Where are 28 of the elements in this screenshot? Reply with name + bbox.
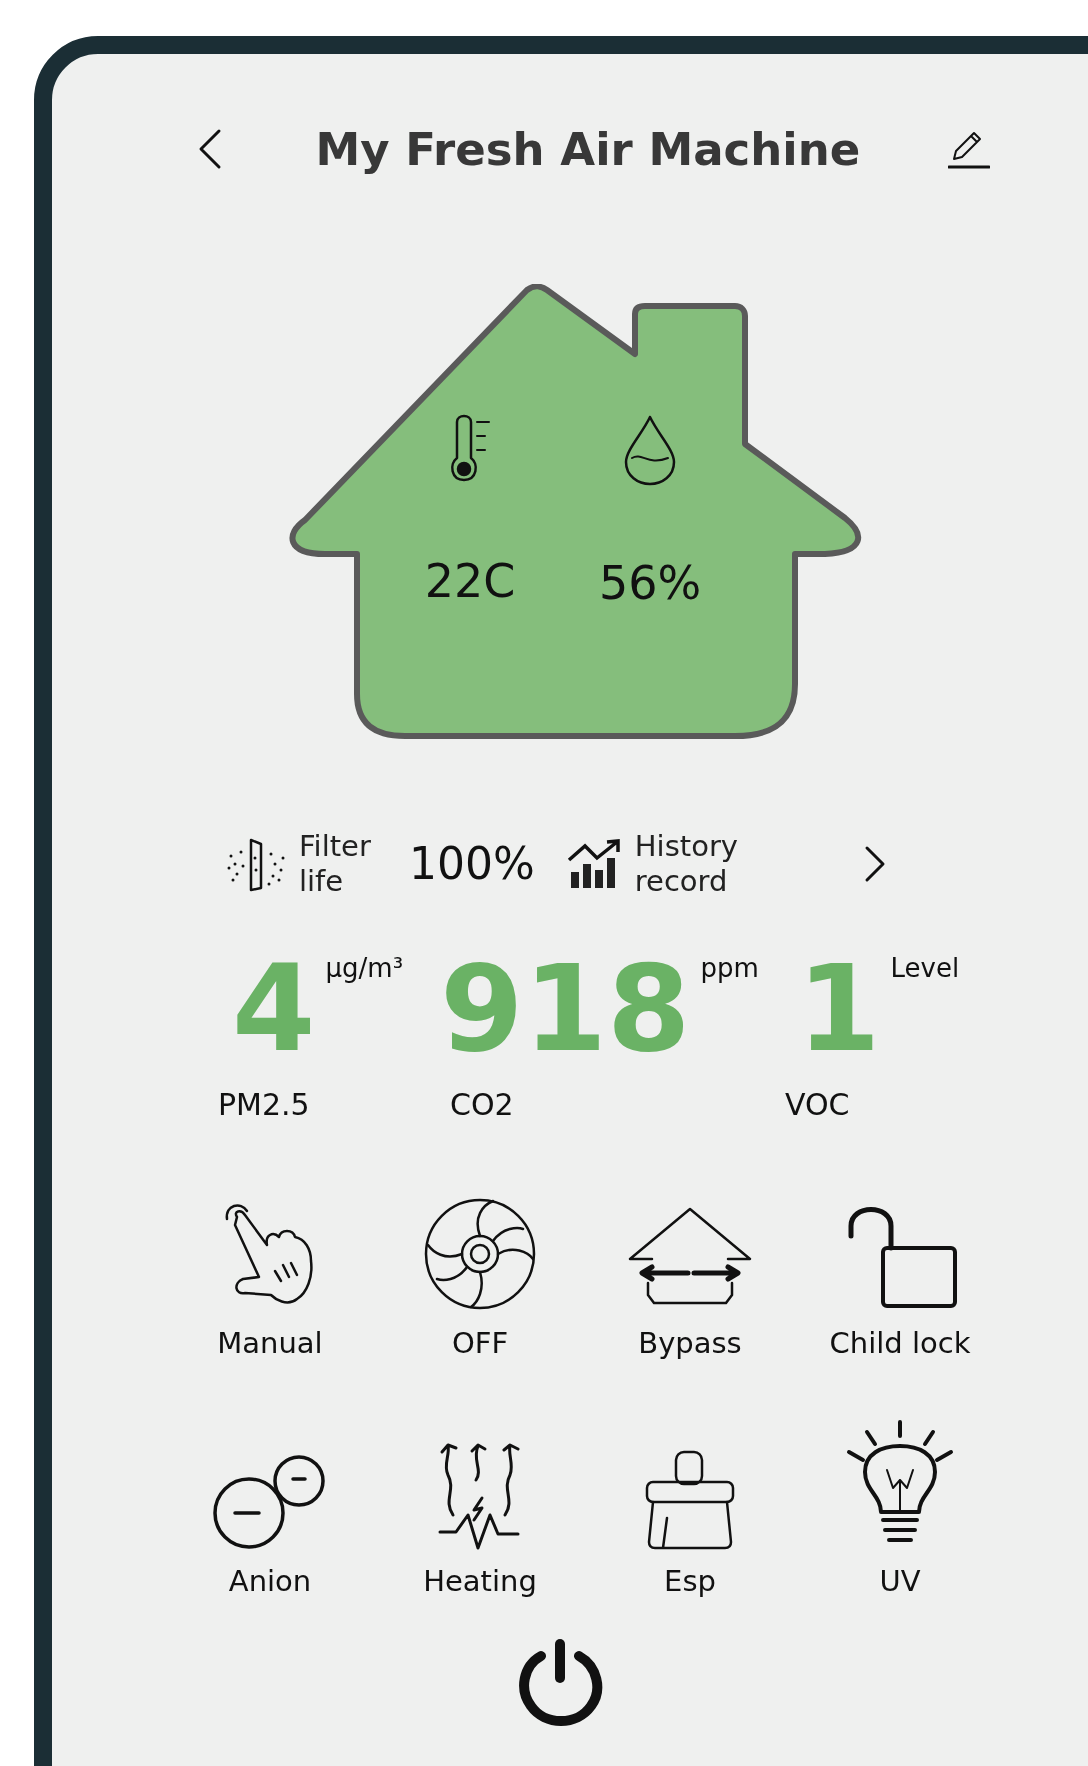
filter-life-label: Filter life [299, 829, 372, 899]
mode-control[interactable]: Manual [165, 1181, 375, 1360]
mode-control[interactable]: Bypass [585, 1181, 795, 1360]
negative-ions-icon [212, 1454, 328, 1550]
metric-value: 1 [797, 948, 881, 1069]
mode-control[interactable]: Anion [165, 1419, 375, 1598]
mode-control[interactable]: OFF [375, 1181, 585, 1360]
mode-control[interactable]: Heating [375, 1419, 585, 1598]
mode-control[interactable]: Esp [585, 1419, 795, 1598]
filter-life-value: 100% [409, 838, 535, 890]
climate-reading: 56% [598, 556, 702, 610]
page-title: My Fresh Air Machine [314, 122, 862, 176]
metric-unit: µg/m³ [325, 952, 404, 983]
metric-label: CO2 [450, 1086, 515, 1122]
fan-icon [422, 1196, 538, 1312]
mode-control[interactable]: UV [795, 1419, 1005, 1598]
metric-label: VOC [785, 1086, 851, 1122]
water-drop-icon [622, 414, 678, 486]
mode-control[interactable]: Child lock [795, 1181, 1005, 1360]
history-record-label: History record [634, 829, 739, 899]
climate-reading: 22C [424, 554, 516, 608]
metric-label: PM2.5 [218, 1086, 311, 1122]
metric-unit: ppm [700, 952, 759, 983]
metric-value: 4 [232, 948, 316, 1069]
bar-chart-icon [566, 837, 623, 890]
metric-value: 918 [440, 948, 691, 1069]
metric-unit: Level [890, 952, 960, 983]
edit-button[interactable] [948, 129, 990, 169]
